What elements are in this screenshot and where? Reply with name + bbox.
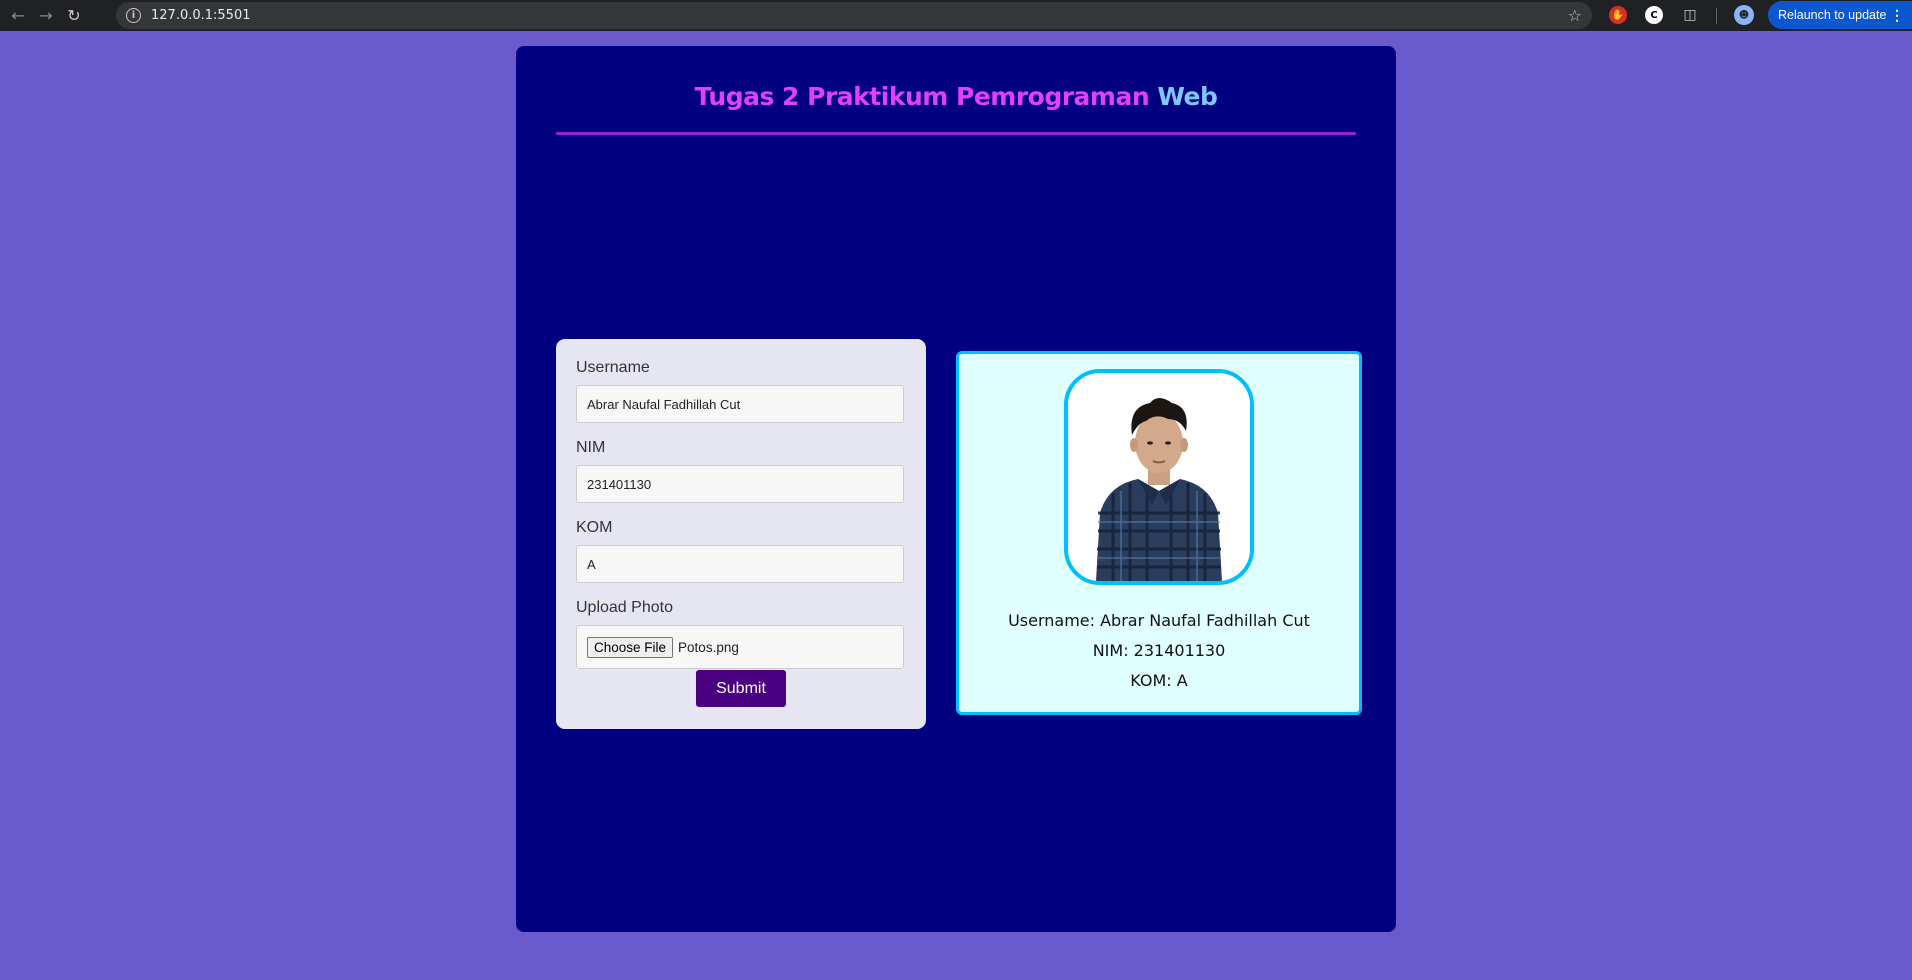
upload-photo-label: Upload Photo [576, 599, 673, 616]
student-form: Username NIM KOM Upload Photo Choose Fil… [556, 339, 926, 729]
toolbar-separator [1716, 8, 1717, 24]
main-container: Tugas 2 Praktikum Pemrograman Web Userna… [516, 46, 1396, 932]
username-input[interactable] [576, 385, 904, 423]
site-info-icon[interactable]: i [126, 8, 141, 23]
profile-avatar-icon[interactable]: ☻ [1734, 5, 1754, 25]
browser-toolbar: ← → ↻ i 127.0.0.1:5501 ☆ ✋ C ◫ ☻ Relaunc… [0, 0, 1912, 31]
nim-input[interactable] [576, 465, 904, 503]
profile-photo [1064, 369, 1254, 585]
bookmark-star-icon[interactable]: ☆ [1568, 6, 1582, 25]
menu-kebab-icon[interactable]: ⋮ [1890, 7, 1904, 24]
address-bar[interactable]: i 127.0.0.1:5501 ☆ [116, 2, 1592, 29]
person-photo-illustration [1068, 373, 1250, 581]
title-part1: Tugas 2 Praktikum Pemrograman [694, 82, 1150, 111]
title-part2: Web [1157, 82, 1218, 111]
relaunch-button[interactable]: Relaunch to update ⋮ [1768, 1, 1912, 29]
profile-kom: KOM: A [1130, 671, 1188, 690]
profile-username: Username: Abrar Naufal Fadhillah Cut [1008, 611, 1310, 630]
submit-button[interactable]: Submit [696, 670, 786, 707]
title-divider [556, 132, 1356, 135]
kom-input[interactable] [576, 545, 904, 583]
extensions-puzzle-icon[interactable]: ◫ [1681, 6, 1699, 24]
choose-file-button[interactable]: Choose File [587, 636, 674, 658]
extension-adblock-icon[interactable]: ✋ [1609, 6, 1627, 24]
url-text[interactable]: 127.0.0.1:5501 [151, 8, 251, 23]
selected-file-name: Potos.png [678, 639, 739, 655]
page-title: Tugas 2 Praktikum Pemrograman Web [556, 82, 1356, 111]
nim-label: NIM [576, 439, 606, 456]
student-profile-card: Username: Abrar Naufal Fadhillah Cut NIM… [956, 351, 1362, 715]
forward-arrow-icon[interactable]: → [32, 2, 60, 30]
profile-nim: NIM: 231401130 [1092, 641, 1226, 660]
reload-icon[interactable]: ↻ [60, 2, 88, 30]
relaunch-label: Relaunch to update [1778, 8, 1887, 22]
extension-c-icon[interactable]: C [1645, 6, 1663, 24]
kom-label: KOM [576, 519, 613, 536]
back-arrow-icon[interactable]: ← [4, 2, 32, 30]
username-label: Username [576, 359, 650, 376]
file-upload-field[interactable]: Choose File Potos.png [576, 625, 904, 669]
